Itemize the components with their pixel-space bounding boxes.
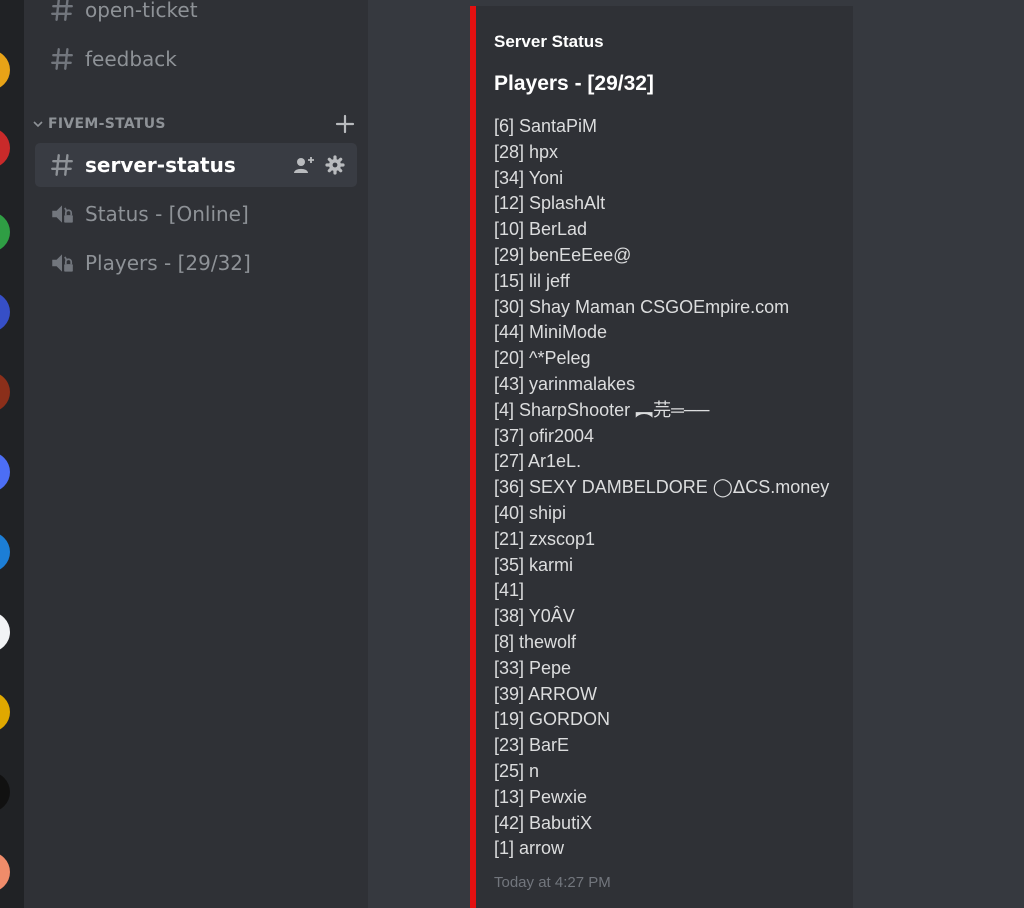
channel-feedback[interactable]: feedback (35, 37, 357, 81)
player-entry: [29] benEeEee@ (494, 244, 632, 265)
player-entry: [28] hpx (494, 141, 559, 162)
player-entry: [10] BerLad (494, 219, 588, 240)
server-status-embed: Server Status Players - [29/32] [6] Sant… (476, 6, 853, 908)
server-icon[interactable] (0, 532, 10, 572)
player-entry: [42] BabutiX (494, 812, 593, 833)
server-icon[interactable] (0, 128, 10, 168)
player-entry: [21] zxscop1 (494, 528, 596, 549)
plus-icon[interactable] (334, 113, 356, 135)
speaker-lock-icon (52, 205, 73, 223)
channel-label: server-status (85, 153, 236, 177)
channel-open-ticket[interactable]: open-ticket (35, 0, 357, 32)
server-icon[interactable] (0, 772, 10, 812)
channel-label: open-ticket (85, 0, 198, 22)
channel-status-online[interactable]: Status - [Online] (35, 192, 357, 236)
player-entry: [8] thewolf (494, 631, 577, 652)
player-entry: [27] Ar1eL. (494, 451, 582, 472)
channel-server-status[interactable]: server-status (35, 143, 357, 187)
hash-icon (51, 48, 73, 70)
server-icon[interactable] (0, 852, 10, 892)
player-entry: [15] lil jeff (494, 270, 570, 291)
player-list: [6] SantaPiM [28] hpx [34] Yoni [12] Splash… (494, 114, 829, 862)
player-entry: [20] ^*Peleg (494, 348, 591, 369)
embed-author: Server Status (494, 32, 604, 51)
player-entry: [23] BarE (494, 735, 570, 756)
server-icon[interactable] (0, 212, 10, 252)
player-entry: [36] SEXY DAMBELDORE ◯ᐃCS.money (494, 477, 830, 498)
player-entry: [13] Pewxie (494, 786, 588, 807)
chevron-down-icon (33, 121, 43, 128)
player-entry: [4] SharpShooter ︻芫═── (494, 399, 710, 420)
player-entry: [39] ARROW (494, 683, 598, 704)
add-member-icon[interactable] (293, 155, 315, 175)
server-icon[interactable] (0, 372, 10, 412)
server-icon[interactable] (0, 50, 10, 90)
channel-label: feedback (85, 47, 177, 71)
channel-actions (293, 155, 345, 175)
player-entry: [30] Shay Maman CSGOEmpire.com (494, 296, 790, 317)
server-icon[interactable] (0, 692, 10, 732)
player-entry: [35] karmi (494, 554, 574, 575)
player-entry: [34] Yoni (494, 167, 564, 188)
player-entry: [33] Pepe (494, 657, 572, 678)
player-entry: [40] shipi (494, 502, 567, 523)
embed-timestamp: Today at 4:27 PM (494, 874, 611, 891)
channel-players[interactable]: Players - [29/32] (35, 241, 357, 285)
speaker-lock-icon (52, 254, 73, 272)
server-icon[interactable] (0, 292, 10, 332)
embed-title: Players - [29/32] (494, 72, 654, 95)
player-entry: [19] GORDON (494, 709, 611, 730)
player-entry: [44] MiniMode (494, 322, 608, 343)
channel-sidebar: open-ticket feedback FIVEM-STATUS server… (24, 0, 368, 908)
player-entry: [41] (494, 580, 525, 601)
server-icon[interactable] (0, 612, 10, 652)
hash-icon (51, 154, 73, 176)
gear-icon[interactable] (325, 155, 345, 175)
player-entry: [37] ofir2004 (494, 425, 595, 446)
player-entry: [12] SplashAlt (494, 193, 606, 214)
server-icon[interactable] (0, 452, 10, 492)
channel-label: Players - [29/32] (85, 251, 251, 275)
player-entry: [6] SantaPiM (494, 116, 598, 136)
category-label: FIVEM-STATUS (48, 116, 166, 132)
server-rail (0, 0, 24, 908)
channel-label: Status - [Online] (85, 202, 249, 226)
player-entry: [25] n (494, 760, 540, 781)
category-fivem-status[interactable]: FIVEM-STATUS (32, 112, 362, 136)
hash-icon (51, 0, 73, 21)
player-entry: [1] arrow (494, 838, 565, 859)
player-entry: [38] Y0ÂV (494, 606, 575, 627)
player-entry: [43] yarinmalakes (494, 373, 636, 394)
